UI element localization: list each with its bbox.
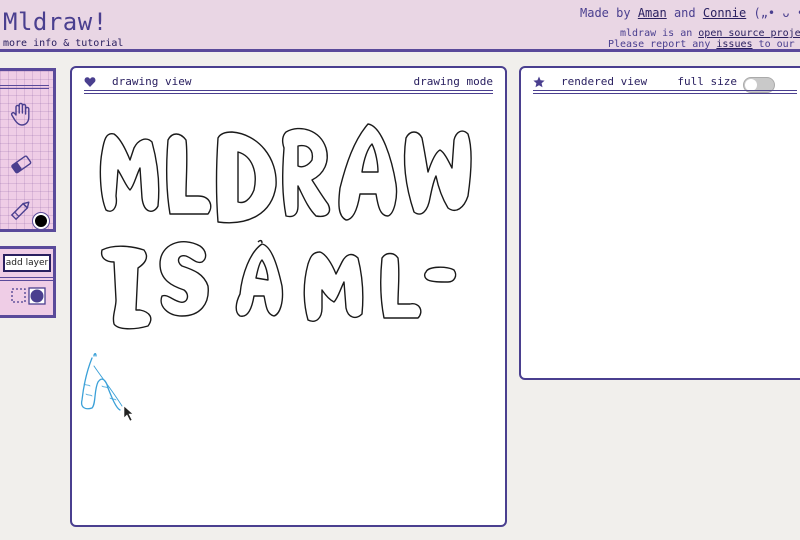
issues-suffix: to our github [758, 39, 800, 50]
color-swatch[interactable] [33, 213, 49, 229]
stroke-dash [423, 266, 457, 283]
layer-panel-rule [0, 277, 53, 281]
stroke-letter-a2 [235, 243, 284, 317]
stroke-letter-i [100, 245, 152, 330]
sketch-strokes [99, 123, 472, 330]
issues-link[interactable]: issues [716, 39, 752, 50]
eraser-icon[interactable] [8, 151, 34, 177]
stroke-letter-r [281, 127, 331, 218]
circle-icon[interactable] [28, 287, 46, 305]
stroke-letter-m [99, 133, 160, 212]
stroke-letter-d [215, 131, 277, 224]
rendered-view-panel: rendered view full size [519, 66, 800, 380]
rendered-output [529, 100, 793, 370]
stroke-dot [257, 239, 263, 244]
add-layer-button[interactable]: add layer [3, 254, 51, 272]
drawing-canvas[interactable] [72, 68, 505, 525]
cursor-arrow [123, 405, 134, 422]
oss-line: mldraw is an open source project [620, 28, 800, 39]
drawing-view-panel: drawing view drawing mode [70, 66, 507, 527]
oss-prefix: mldraw is an [620, 28, 693, 39]
drawing-view-rule [84, 90, 493, 94]
issues-prefix: Please report any [608, 39, 711, 50]
open-source-link[interactable]: open source project [698, 28, 800, 39]
heart-icon [84, 77, 96, 87]
stroke-letter-l [165, 133, 212, 215]
rendered-view-rule [533, 90, 797, 94]
hand-icon[interactable] [8, 101, 34, 127]
stroke-letter-a1 [338, 123, 398, 221]
drawing-view-title: drawing view [112, 75, 192, 88]
stroke-letter-l2 [379, 252, 422, 319]
selection-icon[interactable] [11, 288, 26, 303]
kaomoji: („• ᴗ •„ [753, 6, 800, 20]
app-header: Mldraw! more info & tutorial Made by Ama… [0, 0, 800, 52]
and-text: and [673, 6, 696, 20]
stroke-letter-s [159, 241, 209, 317]
tool-panel-rule [0, 85, 49, 89]
pencil-icon[interactable] [8, 197, 34, 223]
layer-tools [11, 287, 46, 305]
drawing-mode-label[interactable]: drawing mode [414, 75, 493, 88]
layer-panel: add layer [0, 246, 56, 318]
author-link-connie[interactable]: Connie [703, 6, 746, 20]
star-icon [533, 76, 545, 88]
info-tutorial-link[interactable]: more info & tutorial [3, 38, 123, 49]
made-by-text: Made by [580, 6, 631, 20]
app-title: Mldraw! [3, 8, 108, 36]
rendered-view-title: rendered view [561, 75, 648, 88]
stroke-letter-w [403, 130, 472, 215]
active-stroke [80, 353, 123, 411]
issues-line: Please report any issues to our github [608, 39, 800, 50]
credits: Made by Aman and Connie („• ᴗ •„ [580, 6, 800, 20]
author-link-aman[interactable]: Aman [638, 6, 667, 20]
stroke-letter-m2 [303, 251, 364, 322]
tool-panel [0, 68, 56, 232]
full-size-label: full size [677, 75, 737, 88]
